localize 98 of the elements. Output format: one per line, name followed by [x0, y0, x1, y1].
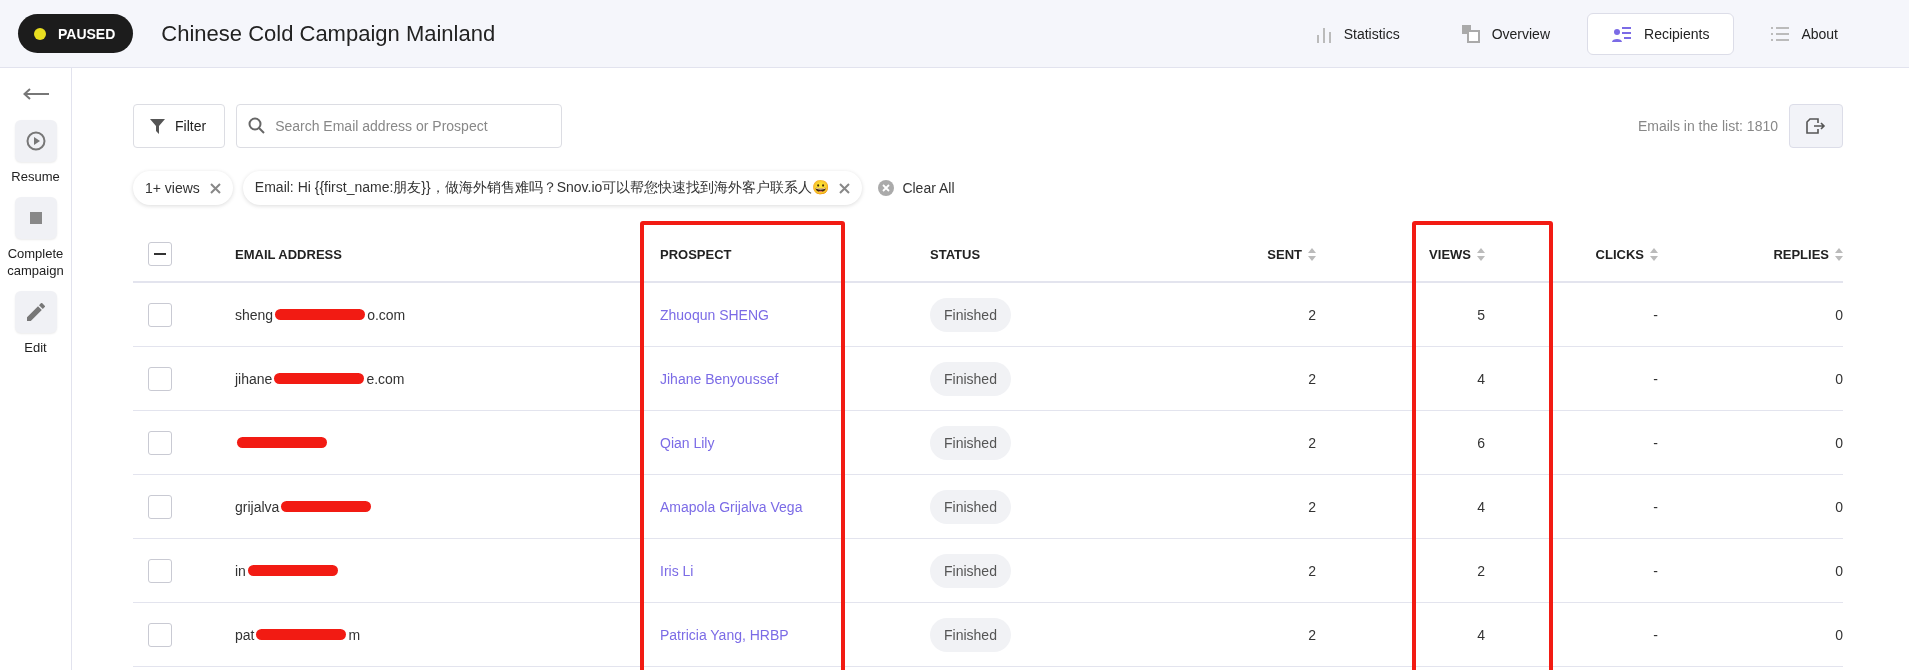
filter-chip-label: 1+ views [145, 180, 200, 196]
export-button[interactable] [1789, 104, 1843, 148]
table-cell: 0 [1835, 498, 1843, 515]
table-cell: 6 [1477, 434, 1485, 451]
table-cell: - [1653, 306, 1658, 323]
email-text: e.com [366, 370, 405, 387]
table-cell: - [1653, 498, 1658, 515]
funnel-icon [150, 118, 165, 134]
status-badge: Finished [930, 425, 1011, 460]
email-count: Emails in the list: 1810 [1637, 118, 1778, 134]
email-text: m [348, 626, 361, 643]
table-cell: 4 [1477, 626, 1485, 643]
sidebar-button[interactable] [14, 197, 57, 239]
filter-button[interactable]: Filter [133, 104, 226, 148]
status-badge: Finished [930, 489, 1011, 524]
table-cell: 0 [1835, 562, 1843, 579]
column-header: REPLIES [1773, 246, 1829, 262]
list-icon [1771, 26, 1790, 41]
play-circle-icon [25, 131, 46, 151]
table-cell: 0 [1835, 626, 1843, 643]
minus-icon [154, 253, 166, 255]
table-cell: 2 [1308, 498, 1316, 515]
table-cell: 4 [1477, 370, 1485, 387]
email-text: o.com [367, 306, 406, 323]
table-cell: 5 [1477, 306, 1485, 323]
sidebar-label: Resume [10, 168, 61, 185]
table-cell: 4 [1477, 498, 1485, 515]
nav-tab[interactable]: Recipients [1587, 12, 1735, 55]
nav-tab[interactable]: Overview [1436, 12, 1576, 55]
status-badge: Finished [930, 361, 1011, 396]
status-text: PAUSED [58, 25, 116, 42]
table-cell: 2 [1308, 562, 1316, 579]
sort-icon [1835, 247, 1843, 261]
row-checkbox[interactable] [148, 430, 172, 455]
column-header: SENT [1267, 246, 1302, 262]
table-cell: - [1653, 370, 1658, 387]
table-cell: 2 [1308, 626, 1316, 643]
column-header: PROSPECT [660, 246, 732, 262]
row-checkbox[interactable] [148, 494, 172, 519]
back-button[interactable] [22, 88, 49, 100]
row-checkbox[interactable] [148, 622, 172, 647]
table-cell: 2 [1308, 434, 1316, 451]
search-icon [248, 117, 266, 134]
prospect-link[interactable]: Zhuoqun SHENG [660, 306, 769, 323]
person-list-icon [1612, 25, 1633, 42]
sidebar-button[interactable] [14, 120, 57, 162]
status-badge: Finished [930, 553, 1011, 588]
clear-icon [878, 180, 895, 196]
table-cell: - [1653, 626, 1658, 643]
column-header: EMAIL ADDRESS [235, 246, 342, 262]
row-checkbox[interactable] [148, 558, 172, 583]
table-cell: 2 [1308, 306, 1316, 323]
table-cell: 2 [1477, 562, 1485, 579]
sort-icon [1477, 247, 1485, 261]
prospect-link[interactable]: Jihane Benyoussef [660, 370, 779, 387]
prospect-link[interactable]: Qian Lily [660, 434, 715, 451]
search-field[interactable]: Search Email address or Prospect [236, 104, 563, 148]
sort-icon [1308, 247, 1316, 261]
email-text: pat [235, 626, 255, 643]
close-icon [839, 182, 851, 194]
status-badge: Finished [930, 617, 1011, 652]
nav-tab[interactable]: About [1746, 12, 1863, 55]
column-header: VIEWS [1429, 246, 1471, 262]
remove-filter-button[interactable] [209, 182, 221, 194]
prospect-link[interactable]: Iris Li [660, 562, 694, 579]
table-cell: - [1653, 562, 1658, 579]
row-checkbox[interactable] [148, 366, 172, 391]
row-checkbox[interactable] [148, 302, 172, 327]
table-cell: 0 [1835, 434, 1843, 451]
sidebar-label: Complete campaign [6, 245, 65, 279]
remove-filter-button[interactable] [839, 182, 851, 194]
table-cell: 0 [1835, 370, 1843, 387]
table-cell: - [1653, 434, 1658, 451]
email-text: grijalva [235, 498, 280, 515]
email-text: sheng [235, 306, 274, 323]
email-text: jihane [235, 370, 273, 387]
close-icon [209, 182, 221, 194]
back-arrow-icon [22, 88, 49, 100]
export-icon [1806, 118, 1826, 134]
clear-all-button[interactable]: Clear All [872, 180, 961, 196]
column-header: CLICKS [1595, 246, 1644, 262]
select-all-checkbox[interactable] [148, 242, 172, 266]
status-badge: Finished [930, 297, 1011, 332]
nav-tab[interactable]: Statistics [1290, 12, 1425, 55]
sort-icon [1650, 247, 1658, 261]
prospect-link[interactable]: Patricia Yang, HRBP [660, 626, 789, 643]
email-text: in [235, 562, 246, 579]
prospect-link[interactable]: Amapola Grijalva Vega [660, 498, 803, 515]
pencil-icon [26, 303, 45, 321]
squares-icon [1461, 24, 1480, 43]
table-cell: 2 [1308, 370, 1316, 387]
filter-chip-label: Email: Hi {{first_name:朋友}}，做海外销售难吗？Snov.io可以帮您快速找到海外客户联系人😀 [254, 179, 830, 197]
campaign-title: Chinese Cold Campaign Mainland [161, 20, 496, 47]
table-cell: 0 [1835, 306, 1843, 323]
sidebar-button[interactable] [14, 291, 57, 333]
column-header: STATUS [930, 246, 981, 262]
stop-icon [29, 212, 42, 224]
sidebar-label: Edit [23, 339, 48, 356]
